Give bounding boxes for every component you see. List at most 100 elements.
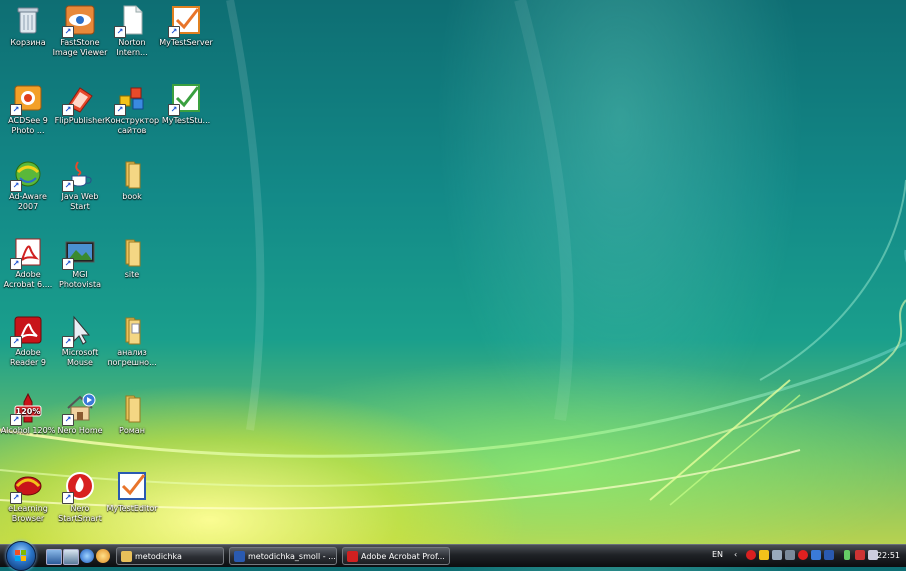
desktop-icon-faststone[interactable]: ↗ FastStone Image Viewer (52, 2, 108, 58)
network-icon[interactable] (772, 550, 782, 560)
taskbar-button-metodichka-smoll[interactable]: metodichka_smoll - ... (229, 547, 337, 565)
desktop-icon-book-folder[interactable]: book (104, 156, 160, 202)
taskbar-button-label: Adobe Acrobat Prof... (361, 552, 445, 561)
taskbar-button-adobe-acrobat[interactable]: Adobe Acrobat Prof... (342, 547, 450, 565)
tray-app-icon[interactable] (824, 550, 834, 560)
tray-app-icon[interactable] (785, 550, 795, 560)
desktop-icon-adaware[interactable]: ↗ Ad-Aware 2007 (0, 156, 56, 212)
shortcut-arrow-icon: ↗ (10, 180, 22, 192)
desktop-icon-javawebstart[interactable]: ↗ Java Web Start (52, 156, 108, 212)
desktop-icon-roman-folder[interactable]: Роман (104, 390, 160, 436)
desktop-icon-flippublisher[interactable]: ↗ FlipPublisher (52, 80, 108, 126)
folder-icon (121, 551, 132, 562)
shortcut-arrow-icon: ↗ (114, 104, 126, 116)
desktop-icon-microsoft-mouse[interactable]: ↗ Microsoft Mouse (52, 312, 108, 368)
acdsee-icon: ↗ (10, 82, 44, 116)
desktop-icon-mgi-photovista[interactable]: ↗ MGI Photovista (52, 234, 108, 290)
shortcut-arrow-icon: ↗ (62, 258, 74, 270)
desktop-icon-adobe-acrobat[interactable]: ↗ Adobe Acrobat 6.... (0, 234, 56, 290)
desktop-icon-label: FlipPublisher (54, 116, 106, 125)
desktop-icon-label: Ad-Aware 2007 (9, 192, 47, 211)
desktop-icon-mytesteditor[interactable]: MyTestEditor (104, 468, 160, 514)
desktop-icon-konstruktor[interactable]: ↗ Конструктор сайтов (104, 80, 160, 136)
elearning-icon: ↗ (10, 470, 44, 504)
adobe-reader-icon: ↗ (10, 314, 44, 348)
desktop: Корзина ↗ FastStone Image Viewer ↗ Norto… (0, 0, 906, 544)
panorama-icon: ↗ (62, 236, 96, 270)
system-tray: EN ‹ 22:51 (706, 545, 906, 567)
desktop-icon-label: eLearning Browser (8, 504, 48, 523)
clock[interactable]: 22:51 (877, 551, 900, 560)
java-cup-icon: ↗ (62, 158, 96, 192)
desktop-icon-label: Norton Intern... (116, 38, 148, 57)
battery-icon[interactable] (844, 550, 850, 560)
document-icon: ↗ (114, 4, 148, 38)
folder-icon (116, 314, 148, 346)
windows-logo-icon (15, 550, 26, 561)
house-icon: ↗ (62, 392, 96, 426)
desktop-icon-label: MGI Photovista (59, 270, 101, 289)
desktop-icon-label: Роман (119, 426, 145, 435)
desktop-icon-recycle-bin[interactable]: Корзина (0, 2, 56, 48)
taskbar: metodichka metodichka_smoll - ... Adobe … (0, 541, 906, 571)
desktop-icon-adobe-reader[interactable]: ↗ Adobe Reader 9 (0, 312, 56, 368)
shortcut-arrow-icon: ↗ (10, 336, 22, 348)
start-button[interactable] (6, 541, 36, 571)
taskbar-button-metodichka[interactable]: metodichka (116, 547, 224, 565)
shortcut-arrow-icon: ↗ (10, 258, 22, 270)
shortcut-arrow-icon: ↗ (10, 104, 22, 116)
shortcut-arrow-icon: ↗ (62, 104, 74, 116)
desktop-icon-norton[interactable]: ↗ Norton Intern... (104, 2, 160, 58)
shortcut-arrow-icon: ↗ (62, 180, 74, 192)
chevron-left-icon[interactable]: ‹ (734, 550, 744, 560)
desktop-icon-label: Nero StartSmart (58, 504, 102, 523)
recycle-bin-icon (12, 4, 44, 36)
desktop-icon-elearning-browser[interactable]: ↗ eLearning Browser (0, 468, 56, 524)
shortcut-arrow-icon: ↗ (168, 26, 180, 38)
shortcut-arrow-icon: ↗ (10, 414, 22, 426)
desktop-icon-label: Корзина (10, 38, 46, 47)
desktop-icon-label: MyTestServer (159, 38, 213, 47)
folder-icon (116, 236, 148, 268)
desktop-icon-acdsee[interactable]: ↗ ACDSee 9 Photo ... (0, 80, 56, 136)
shortcut-arrow-icon: ↗ (114, 26, 126, 38)
tray-app-icon[interactable] (811, 550, 821, 560)
show-desktop-icon[interactable] (46, 549, 62, 565)
switch-windows-icon[interactable] (63, 549, 79, 565)
shortcut-arrow-icon: ↗ (62, 492, 74, 504)
network-status-icon[interactable] (855, 550, 865, 560)
shortcut-arrow-icon: ↗ (10, 492, 22, 504)
desktop-icon-alcohol[interactable]: 120% ↗ Alcohol 120% (0, 390, 56, 436)
desktop-icon-myteststudent[interactable]: ↗ MyTestStu... (158, 80, 214, 126)
quicklaunch-app-icon[interactable] (96, 549, 110, 563)
desktop-icon-label: MyTestEditor (106, 504, 158, 513)
desktop-icon-label: book (122, 192, 142, 201)
folder-icon (116, 392, 148, 424)
desktop-icon-mytestserver[interactable]: ↗ MyTestServer (158, 2, 214, 48)
antivirus-icon[interactable] (798, 550, 808, 560)
desktop-icon-label: MyTestStu... (161, 116, 211, 125)
word-document-icon (234, 551, 245, 562)
desktop-icon-label: Adobe Acrobat 6.... (3, 270, 53, 289)
shortcut-arrow-icon: ↗ (62, 26, 74, 38)
desktop-icon-label: анализ погрешно... (107, 348, 157, 367)
globe-icon: ↗ (10, 158, 44, 192)
desktop-icon-site-folder[interactable]: site (104, 234, 160, 280)
mouse-pointer-icon: ↗ (62, 314, 96, 348)
desktop-icon-label: Nero Home (57, 426, 103, 435)
desktop-icon-analiz-folder[interactable]: анализ погрешно... (104, 312, 160, 368)
desktop-icon-label: Adobe Reader 9 (10, 348, 46, 367)
shortcut-arrow-icon: ↗ (62, 336, 74, 348)
checkmark-icon: ↗ (168, 82, 202, 116)
desktop-icon-label: Java Web Start (61, 192, 99, 211)
desktop-icon-nero-startsmart[interactable]: ↗ Nero StartSmart (52, 468, 108, 524)
checkmark-icon: ↗ (168, 4, 202, 38)
folder-icon (116, 158, 148, 190)
desktop-icon-nero-home[interactable]: ↗ Nero Home (52, 390, 108, 436)
security-alert-icon[interactable] (746, 550, 756, 560)
internet-explorer-icon[interactable] (80, 549, 94, 563)
language-indicator[interactable]: EN (712, 550, 723, 559)
eye-icon: ↗ (62, 4, 96, 38)
taskbar-button-label: metodichka (135, 552, 182, 561)
shield-icon[interactable] (759, 550, 769, 560)
